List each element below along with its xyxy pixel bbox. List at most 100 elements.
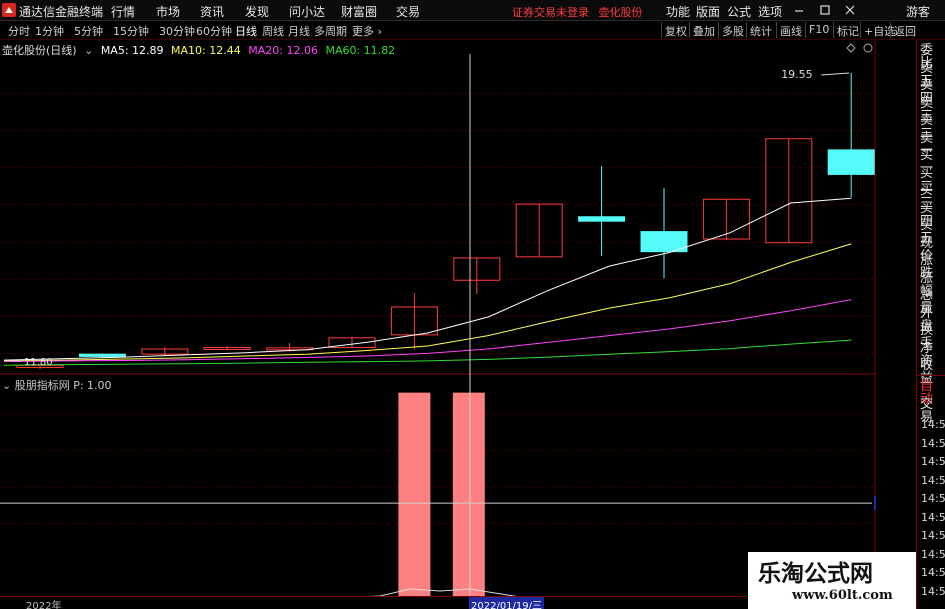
- candle-body: [578, 216, 626, 222]
- mark-button[interactable]: 标记: [833, 22, 862, 38]
- menu-discover[interactable]: 发现: [245, 3, 269, 20]
- ma10-label: MA10: 12.44: [171, 44, 241, 57]
- tick-time: 14:56: [921, 566, 945, 579]
- menu-wealth[interactable]: 财富圈: [341, 3, 377, 20]
- indicator-chart-svg[interactable]: 50.0040.0030.0020.0025.58: [0, 375, 919, 609]
- period-60min[interactable]: 60分钟: [196, 23, 232, 39]
- stock-name: 壶化股份: [598, 6, 643, 19]
- period-multi[interactable]: 多周期: [314, 23, 347, 39]
- chevron-down-icon[interactable]: ⌄: [84, 44, 93, 57]
- indicator-legend: ⌄ 股朋指标网 P: 1.00: [2, 377, 112, 393]
- candle: [141, 346, 189, 356]
- ma60-label: MA60: 11.82: [325, 44, 396, 57]
- candle: [453, 257, 501, 294]
- tick-time: 14:56: [921, 584, 945, 598]
- circle-icon: [863, 43, 873, 53]
- kline-chart[interactable]: 19.0018.0017.0016.0015.0014.0013.0012.00…: [0, 40, 919, 375]
- indicator-name: 股朋指标网: [14, 379, 70, 392]
- candle: [390, 293, 438, 350]
- tick-time: 14:56: [921, 473, 945, 487]
- ma20-label: MA20: 12.06: [248, 44, 318, 57]
- cursor-value-box: [874, 496, 916, 511]
- guest-label[interactable]: 游客: [906, 3, 930, 20]
- period-more-label: 更多: [352, 25, 374, 38]
- overlay-button[interactable]: 叠加: [689, 22, 718, 38]
- candle: [640, 188, 688, 279]
- tick-time: 14:56: [921, 510, 945, 524]
- tick-time: 14:56: [921, 547, 945, 561]
- date-axis: 2022年 2022/01/19/三: [0, 596, 876, 609]
- watermark-title: 乐淘公式网: [758, 561, 873, 587]
- high-marker-line: [821, 72, 850, 76]
- menu-trade[interactable]: 交易: [396, 3, 420, 20]
- period-weekly[interactable]: 周线: [262, 23, 284, 39]
- candle: [765, 138, 813, 244]
- app-title: 通达信金融终端: [19, 5, 104, 19]
- candle: [827, 73, 875, 198]
- period-toolbar: 分时 1分钟 5分钟 15分钟 30分钟 60分钟 日线 周线 月线 多周期 更…: [0, 21, 945, 40]
- multi-stock-button[interactable]: 多股: [718, 22, 747, 38]
- app-logo-icon: [2, 3, 16, 17]
- menu-ask[interactable]: 问小达: [289, 3, 325, 20]
- minimize-icon[interactable]: [792, 3, 806, 17]
- period-tick[interactable]: 分时: [8, 23, 30, 39]
- period-30min[interactable]: 30分钟: [159, 23, 195, 39]
- tick-time: 14:56: [921, 455, 945, 468]
- maximize-icon[interactable]: [818, 3, 832, 17]
- quote-side-panel: 委比 卖五 卖四 卖三 卖二 卖一 买一 买二 买三 买四 买五 现价 涨跌 涨幅 总量 外盘 换手 净资 收益 自动…: [916, 40, 945, 609]
- indicator-param: P: 1.00: [73, 379, 112, 392]
- ma-line-ma5: [3, 197, 852, 361]
- menu-options[interactable]: 选项: [758, 3, 782, 20]
- period-more[interactable]: 更多 ›: [352, 23, 382, 39]
- indicator-bar: [452, 392, 485, 608]
- ma-line-ma60: [3, 339, 852, 366]
- login-notice-text: 证券交易未登录: [512, 6, 589, 19]
- draw-line-button[interactable]: 画线: [776, 22, 805, 38]
- indicator-chart[interactable]: 50.0040.0030.0020.0025.58 ⌄ 股朋指标网 P: 1.0…: [0, 375, 919, 609]
- back-button[interactable]: 返回: [890, 22, 919, 38]
- diamond-icon: [846, 43, 856, 53]
- high-price-label: 19.55: [781, 68, 813, 81]
- f10-button[interactable]: F10: [805, 22, 832, 38]
- watermark: 乐淘公式网 www.60lt.com: [748, 552, 916, 609]
- chevron-right-icon: ›: [374, 25, 382, 38]
- ma-legend: 壶化股份(日线) ⌄ MA5: 12.89 MA10: 12.44 MA20: …: [2, 42, 399, 58]
- ma-line-ma20: [3, 299, 852, 363]
- cursor-date-label: 2022/01/19/三: [469, 597, 545, 609]
- tick-time: 14:56: [921, 436, 945, 450]
- stats-button[interactable]: 统计: [746, 22, 775, 38]
- period-monthly[interactable]: 月线: [288, 23, 310, 39]
- low-price-label: 11.80: [24, 357, 53, 368]
- indicator-bar: [398, 392, 431, 608]
- panel-divider: [917, 375, 945, 376]
- stock-title: 壶化股份(日线): [2, 44, 77, 57]
- menu-layout[interactable]: 版面: [696, 3, 720, 20]
- close-icon[interactable]: [843, 3, 857, 17]
- ma-line-ma10: [3, 243, 852, 362]
- kline-chart-svg[interactable]: 19.0018.0017.0016.0015.0014.0013.0012.00…: [0, 40, 919, 375]
- candle: [515, 203, 563, 258]
- menu-function[interactable]: 功能: [666, 3, 690, 20]
- watermark-url: www.60lt.com: [792, 588, 893, 603]
- login-notice[interactable]: 证券交易未登录 壶化股份: [512, 4, 643, 20]
- tick-time: 14:55: [921, 418, 945, 431]
- candle-body: [78, 353, 126, 357]
- year-label: 2022年: [26, 601, 62, 609]
- tick-time: 14:56: [921, 529, 945, 542]
- ma5-label: MA5: 12.89: [100, 44, 164, 57]
- candle: [578, 165, 626, 257]
- menu-formula[interactable]: 公式: [727, 3, 751, 20]
- period-1min[interactable]: 1分钟: [35, 23, 64, 39]
- period-15min[interactable]: 15分钟: [113, 23, 149, 39]
- chevron-down-icon[interactable]: ⌄: [2, 379, 11, 392]
- menu-quotes[interactable]: 行情: [111, 3, 135, 20]
- period-daily[interactable]: 日线: [235, 23, 257, 39]
- menu-news[interactable]: 资讯: [200, 3, 224, 20]
- menu-market[interactable]: 市场: [156, 3, 180, 20]
- period-5min[interactable]: 5分钟: [74, 23, 103, 39]
- candle-body: [827, 149, 875, 175]
- title-bar: 通达信金融终端 行情 市场 资讯 发现 问小达 财富圈 交易 证券交易未登录 壶…: [0, 0, 945, 21]
- candle: [203, 346, 251, 350]
- tick-time: 14:56: [921, 492, 945, 505]
- adjust-button[interactable]: 复权: [661, 22, 690, 38]
